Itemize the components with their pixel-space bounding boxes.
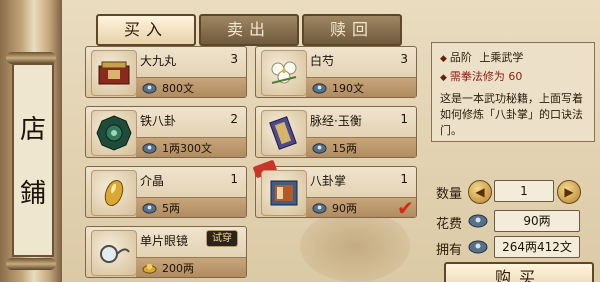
item-name: 白芍 <box>310 54 335 68</box>
coin-icon <box>312 203 327 214</box>
scroll-book-icon <box>261 110 307 156</box>
shop-item-card[interactable]: 单片眼镜 试穿 200两 <box>85 226 247 278</box>
item-quantity: 1 <box>400 172 408 186</box>
grade-value: 上乘武学 <box>479 51 524 64</box>
shop-item-card-selected[interactable]: 八卦掌 1 90两 <box>252 159 417 218</box>
item-name: 铁八卦 <box>140 114 177 128</box>
item-name: 介晶 <box>140 174 165 188</box>
item-price: 800文 <box>162 82 194 95</box>
martial-manual-icon <box>261 170 307 216</box>
shop-item-card[interactable]: 铁八卦 2 1两300文 <box>85 106 247 158</box>
item-name: 大九丸 <box>140 54 177 68</box>
item-price: 5两 <box>162 202 180 215</box>
shop-title-char-2: 鋪 <box>19 179 46 209</box>
item-price: 1两300文 <box>162 142 212 155</box>
requirement-row: ◆ 需拳法修为 60 <box>440 68 522 84</box>
pill-box-icon <box>91 50 137 96</box>
tab-sell[interactable]: 卖出 <box>199 14 299 46</box>
item-price: 200两 <box>162 262 194 275</box>
item-name: 脉经·玉衡 <box>310 114 362 128</box>
coin-icon <box>312 143 327 154</box>
tab-redeem[interactable]: 赎回 <box>302 14 402 46</box>
cost-label: 花费 <box>436 217 463 232</box>
item-price-bar: 5两 <box>136 197 246 217</box>
quantity-label: 数量 <box>436 187 463 202</box>
tab-buy[interactable]: 买入 <box>96 14 196 46</box>
owned-value: 264两412文 <box>494 236 580 258</box>
iron-bagua-icon <box>91 110 137 156</box>
gold-ingot-icon <box>142 263 157 274</box>
buy-button[interactable]: 购买 <box>444 262 594 282</box>
item-quantity: 3 <box>400 52 408 66</box>
owned-label: 拥有 <box>436 243 463 258</box>
shop-item-card[interactable]: 白芍 3 190文 <box>255 46 417 98</box>
monocle-icon <box>91 230 137 276</box>
item-quantity: 1 <box>400 112 408 126</box>
shop-title-scroll: 店 鋪 <box>0 0 62 282</box>
coin-icon <box>468 214 488 228</box>
quantity-decrease-button[interactable]: ◀ <box>468 180 492 204</box>
try-on-button[interactable]: 试穿 <box>206 230 238 247</box>
coin-icon <box>468 240 488 254</box>
item-grid: 大九丸 3 800文 白芍 3 190文 铁八卦 2 1两300文 脉经·玉衡 … <box>85 46 423 282</box>
cost-value: 90两 <box>494 210 580 232</box>
coin-icon <box>142 143 157 154</box>
item-price: 15两 <box>332 142 357 155</box>
item-price-bar: 190文 <box>306 77 416 97</box>
scroll-panel: 店 鋪 <box>12 63 54 257</box>
item-name: 八卦掌 <box>310 174 347 188</box>
selected-checkmark-icon: ✔ <box>397 196 414 220</box>
shop-item-card[interactable]: 介晶 1 5两 <box>85 166 247 218</box>
item-detail-panel: ◆ 品阶 上乘武学 ◆ 需拳法修为 60 这是一本武功秘籍，上面写着如何修炼「八卦掌… <box>431 42 595 142</box>
white-peony-flower-icon <box>261 50 307 96</box>
grade-row: ◆ 品阶 上乘武学 <box>440 49 523 65</box>
shop-item-card[interactable]: 大九丸 3 800文 <box>85 46 247 98</box>
item-name: 单片眼镜 <box>140 234 189 248</box>
coin-icon <box>142 203 157 214</box>
item-quantity: 1 <box>230 172 238 186</box>
requirement-text: 需拳法修为 60 <box>449 70 523 83</box>
item-price-bar: 200两 <box>136 257 246 277</box>
diamond-bullet-icon: ◆ <box>440 54 447 64</box>
item-quantity: 3 <box>230 52 238 66</box>
item-price-bar: 800文 <box>136 77 246 97</box>
item-price: 190文 <box>332 82 364 95</box>
item-quantity: 2 <box>230 112 238 126</box>
shop-item-card[interactable]: 脉经·玉衡 1 15两 <box>255 106 417 158</box>
shop-title-char-1: 店 <box>19 115 46 145</box>
diamond-bullet-icon: ◆ <box>440 73 447 83</box>
quantity-input[interactable]: 1 <box>494 180 554 202</box>
shop-screen: 店 鋪 买入 卖出 赎回 大九丸 3 800文 白芍 3 190文 铁八卦 2 … <box>0 0 600 282</box>
coin-icon <box>142 83 157 94</box>
gold-crystal-icon <box>91 170 137 216</box>
quantity-increase-button[interactable]: ▶ <box>557 180 581 204</box>
item-price-bar: 1两300文 <box>136 137 246 157</box>
item-price: 90两 <box>332 202 357 215</box>
grade-label: 品阶 <box>449 51 472 64</box>
scroll-rod-bottom <box>6 258 56 270</box>
item-price-bar: 15两 <box>306 137 416 157</box>
coin-icon <box>312 83 327 94</box>
item-description: 这是一本武功秘籍，上面写着如何修炼「八卦掌」的口诀法门。 <box>440 92 583 137</box>
